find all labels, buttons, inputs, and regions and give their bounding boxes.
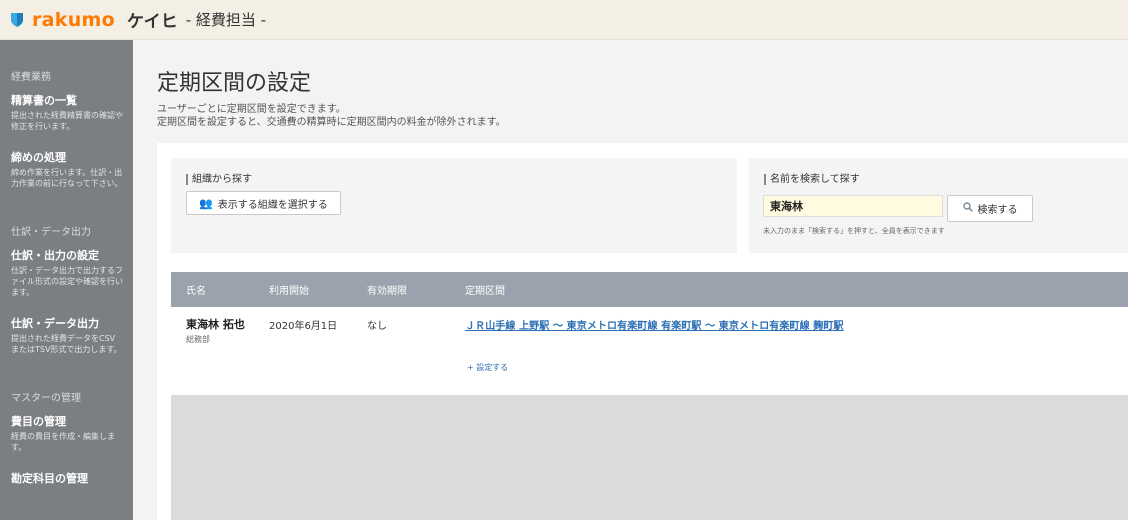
table-header: 氏名 利用開始 有効期限 定期区間 bbox=[171, 272, 1128, 307]
sidebar-item-accounts[interactable]: 勘定科目の管理 bbox=[11, 471, 123, 486]
expiry-date: なし bbox=[367, 321, 387, 332]
empty-area bbox=[171, 395, 1128, 520]
sidebar-item-desc: 提出された経費データをCSVまたはTSV形式で出力します。 bbox=[11, 334, 122, 354]
brand-name: rakumo bbox=[32, 8, 116, 31]
col-header-name: 氏名 bbox=[186, 286, 206, 297]
sidebar-item-expense-items[interactable]: 費目の管理 経費の費目を作成・編集します。 bbox=[11, 414, 123, 453]
search-icon bbox=[962, 202, 973, 215]
select-org-button-label: 表示する組織を選択する bbox=[217, 199, 328, 211]
col-header-start: 利用開始 bbox=[269, 286, 309, 297]
app-name: ケイヒ bbox=[127, 12, 178, 32]
sidebar-item-title: 締めの処理 bbox=[11, 151, 66, 164]
sidebar-section-journal: 仕訳・データ出力 bbox=[11, 227, 91, 238]
main-content: 定期区間の設定 ユーザーごとに定期区間を設定できます。 定期区間を設定すると、交… bbox=[133, 40, 1128, 520]
sidebar-item-title: 仕訳・出力の設定 bbox=[11, 249, 99, 262]
name-search-label: 名前を検索して探す bbox=[764, 174, 860, 185]
page-title: 定期区間の設定 bbox=[157, 71, 312, 96]
page-description-2: 定期区間を設定すると、交通費の精算時に定期区間内の料金が除外されます。 bbox=[157, 117, 506, 128]
add-route-link[interactable]: + 設定する bbox=[467, 362, 508, 373]
content-card: 組織から探す 👥 表示する組織を選択する 名前を検索して探す 東海林 検索する … bbox=[157, 143, 1128, 520]
sidebar: 経費業務 精算書の一覧 提出された経費精算書の確認や修正を行います。 締めの処理… bbox=[0, 40, 133, 520]
search-button[interactable]: 検索する bbox=[947, 195, 1033, 222]
people-icon: 👥 bbox=[199, 196, 213, 210]
sidebar-item-closing[interactable]: 締めの処理 締め作業を行います。仕訳・出力作業の前に行なって下さい。 bbox=[11, 150, 123, 189]
col-header-route: 定期区間 bbox=[465, 286, 505, 297]
org-search-label: 組織から探す bbox=[186, 174, 252, 185]
sidebar-item-title: 費目の管理 bbox=[11, 415, 66, 428]
sidebar-item-report-list[interactable]: 精算書の一覧 提出された経費精算書の確認や修正を行います。 bbox=[11, 93, 123, 132]
sidebar-item-desc: 仕訳・データ出力で出力するファイル形式の設定や確認を行います。 bbox=[11, 266, 123, 297]
search-button-label: 検索する bbox=[977, 205, 1018, 216]
app-header: rakumo ケイヒ - 経費担当 - bbox=[0, 0, 1128, 40]
sidebar-item-desc: 経費の費目を作成・編集します。 bbox=[11, 432, 115, 452]
org-search-panel: 組織から探す 👥 表示する組織を選択する bbox=[171, 158, 737, 253]
rakumo-logo-icon bbox=[11, 12, 23, 27]
name-search-input[interactable]: 東海林 bbox=[763, 195, 943, 217]
employee-name: 東海林 拓也 bbox=[186, 318, 245, 331]
commute-route-link[interactable]: ＪＲ山手線 上野駅 〜 東京メトロ有楽町線 有楽町駅 〜 東京メトロ有楽町線 麹… bbox=[465, 317, 844, 332]
sidebar-item-data-output[interactable]: 仕訳・データ出力 提出された経費データをCSVまたはTSV形式で出力します。 bbox=[11, 316, 123, 355]
select-org-button[interactable]: 👥 表示する組織を選択する bbox=[186, 191, 341, 215]
employee-dept: 総務部 bbox=[186, 335, 210, 344]
sidebar-section-expense: 経費業務 bbox=[11, 72, 51, 83]
sidebar-item-title: 精算書の一覧 bbox=[11, 94, 77, 107]
page-description-1: ユーザーごとに定期区間を設定できます。 bbox=[157, 104, 346, 115]
sidebar-item-title: 勘定科目の管理 bbox=[11, 472, 88, 485]
sidebar-item-title: 仕訳・データ出力 bbox=[11, 317, 99, 330]
name-search-panel: 名前を検索して探す 東海林 検索する 未入力のまま「検索する」を押すと、全員を表… bbox=[749, 158, 1128, 253]
sidebar-item-desc: 締め作業を行います。仕訳・出力作業の前に行なって下さい。 bbox=[11, 168, 123, 188]
table-row: 東海林 拓也 総務部 2020年6月1日 なし ＪＲ山手線 上野駅 〜 東京メト… bbox=[171, 307, 1128, 395]
search-hint: 未入力のまま「検索する」を押すと、全員を表示できます bbox=[763, 227, 945, 235]
col-header-expiry: 有効期限 bbox=[367, 286, 407, 297]
brand[interactable]: rakumo ケイヒ - 経費担当 - bbox=[8, 7, 266, 32]
sidebar-item-desc: 提出された経費精算書の確認や修正を行います。 bbox=[11, 111, 123, 131]
sidebar-item-output-settings[interactable]: 仕訳・出力の設定 仕訳・データ出力で出力するファイル形式の設定や確認を行います。 bbox=[11, 248, 123, 298]
employee-cell: 東海林 拓也 総務部 bbox=[186, 316, 245, 345]
start-date: 2020年6月1日 bbox=[269, 321, 338, 332]
app-subtitle: - 経費担当 - bbox=[185, 11, 267, 29]
sidebar-section-master: マスターの管理 bbox=[11, 393, 81, 404]
